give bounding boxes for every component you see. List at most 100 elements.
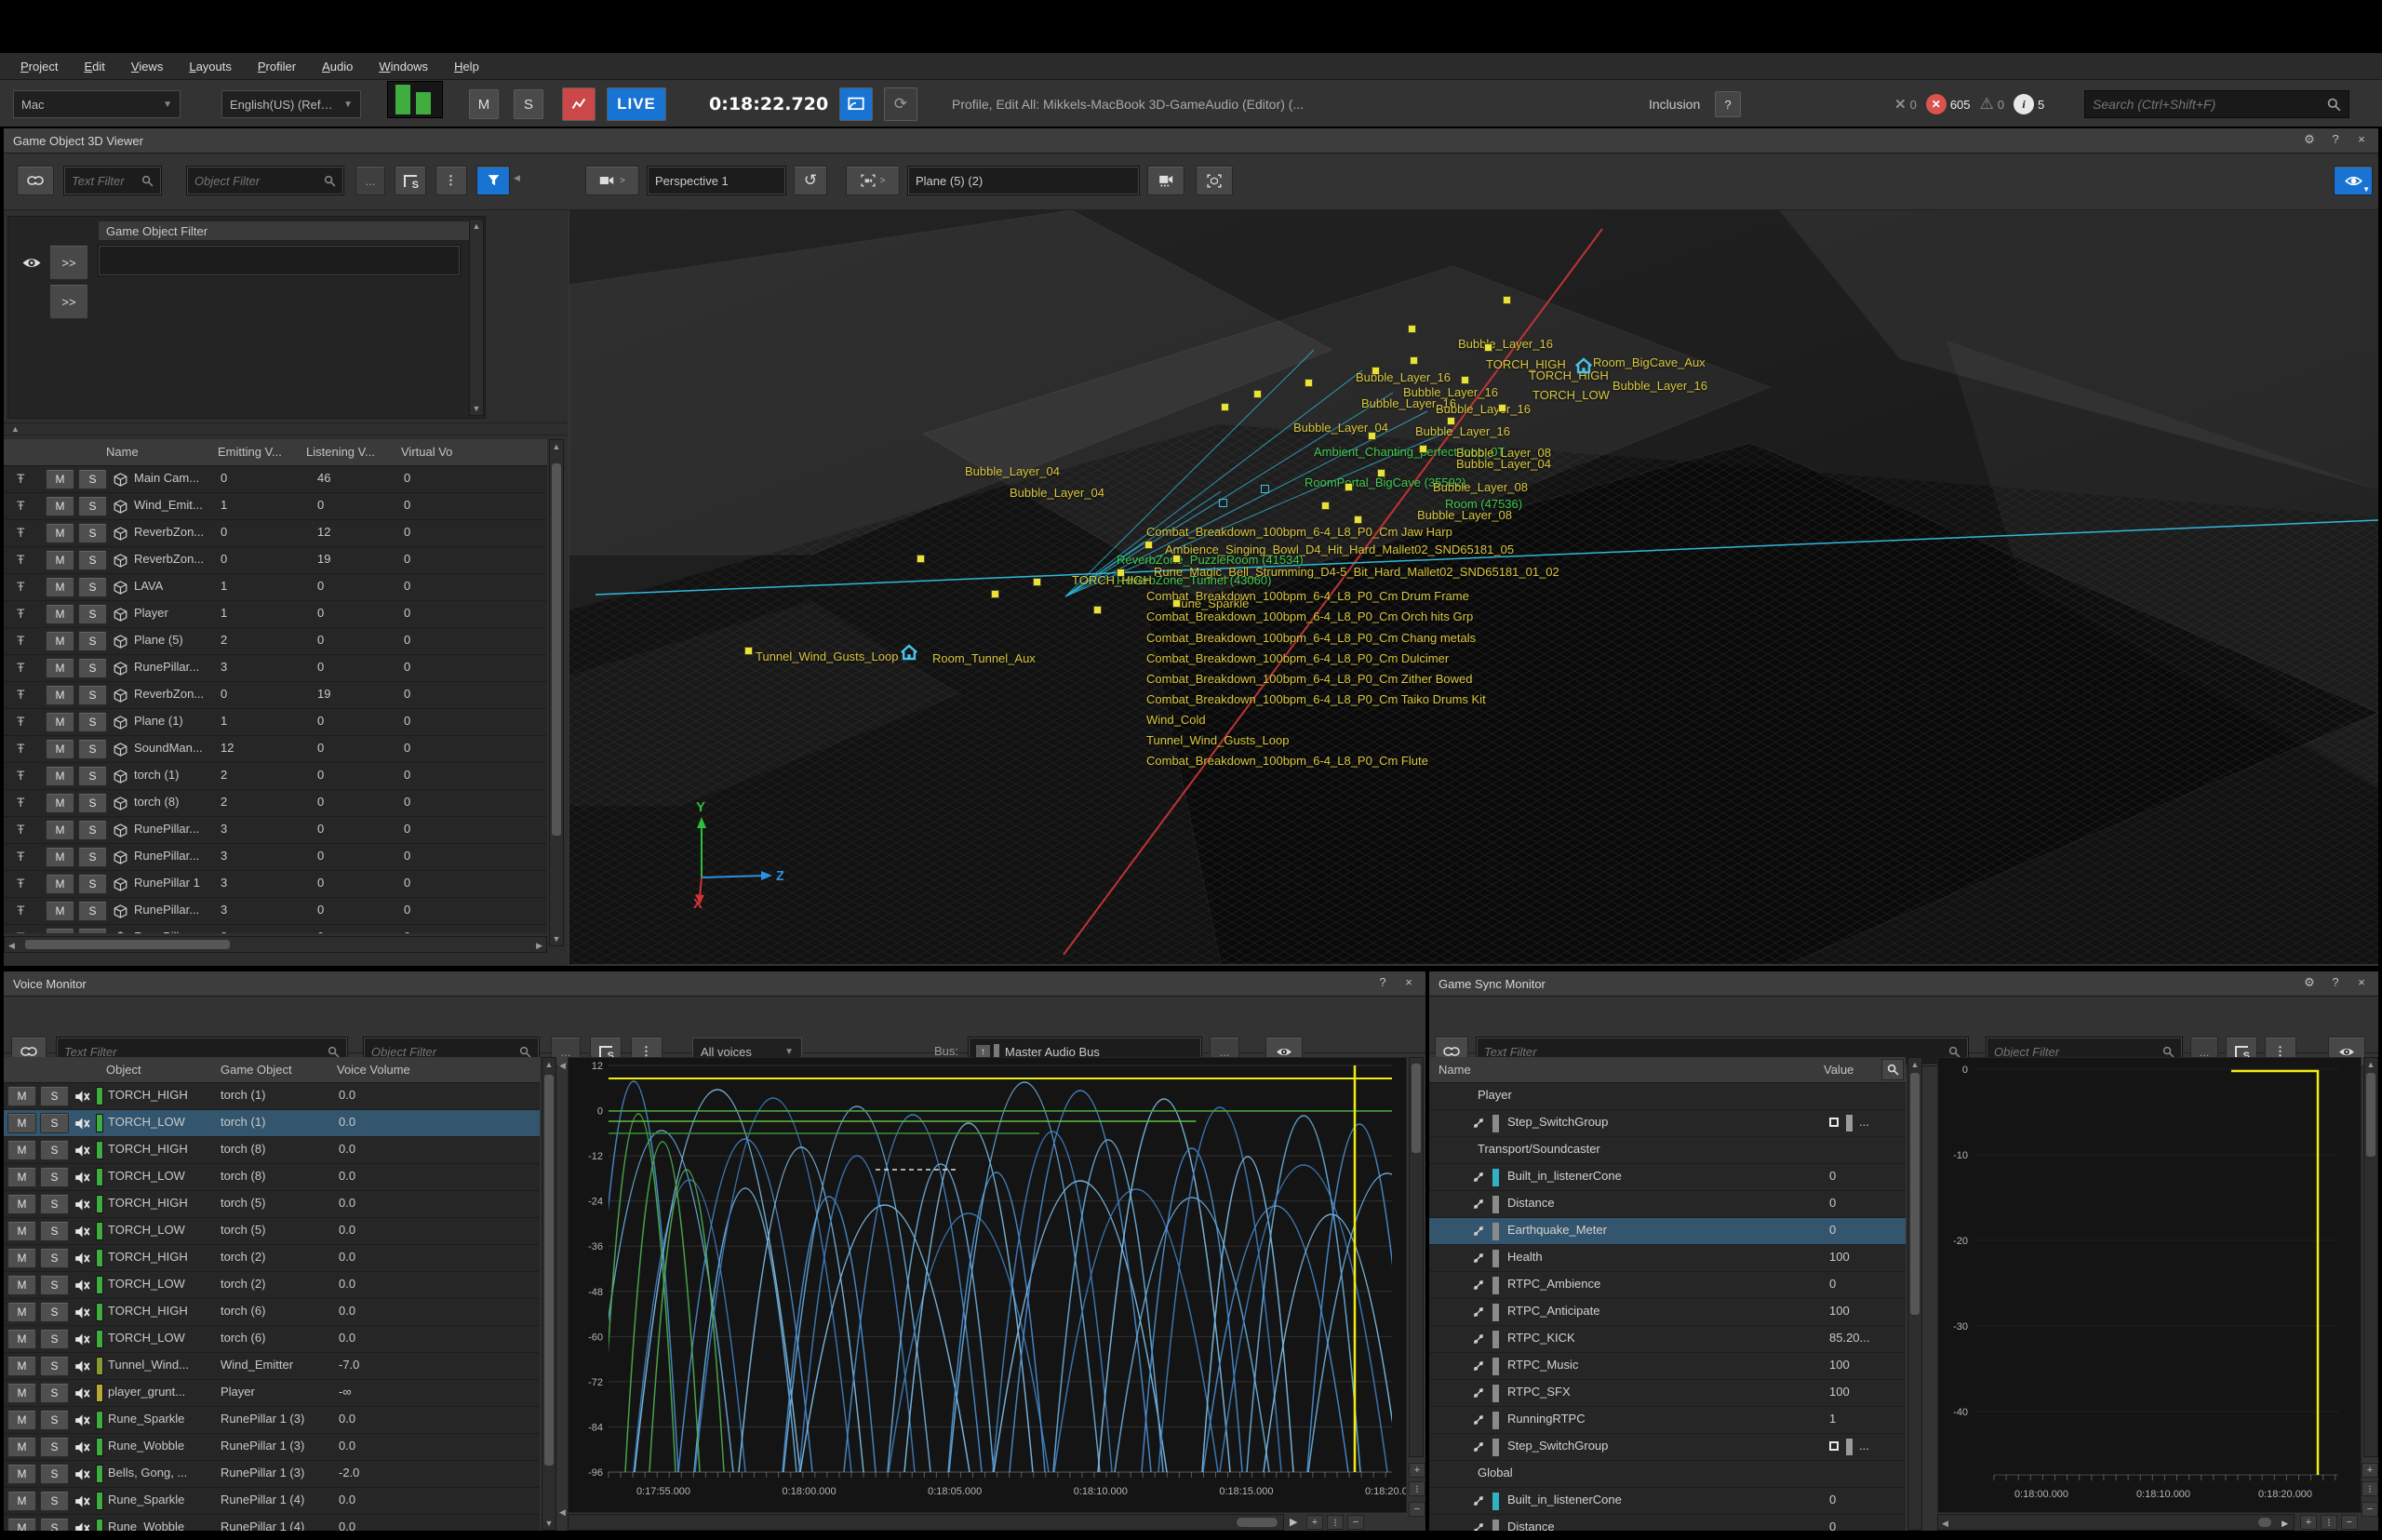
scene-object-label[interactable]: Bubble_Layer_16 (1415, 424, 1510, 438)
emitter-marker[interactable] (744, 647, 753, 655)
mute-button[interactable]: M (46, 901, 74, 921)
filter-scrollbar[interactable]: ▲▼ (469, 219, 484, 416)
sync-row[interactable]: ∨ Global Global (1429, 1461, 1906, 1488)
filter-funnel-icon[interactable] (476, 166, 510, 195)
voice-row[interactable]: M S TORCH_LOW torch (6) 0.0 (4, 1326, 540, 1353)
table-row[interactable]: Ŧ M S LAVA 1 0 0 (4, 574, 547, 601)
solo-button[interactable]: S (40, 1248, 69, 1268)
menu-item[interactable]: Help (443, 56, 490, 77)
sync-row[interactable]: ∨ Transport/Soundcaster Transport/Soundc… (1429, 1137, 1906, 1164)
emitter-marker[interactable] (1221, 403, 1229, 411)
voice-row[interactable]: M S TORCH_HIGH torch (1) 0.0 (4, 1083, 540, 1110)
solo-button[interactable]: S (78, 496, 107, 516)
voice-row[interactable]: M S TORCH_HIGH torch (6) 0.0 (4, 1299, 540, 1326)
table-horizontal-scrollbar[interactable]: ◀ ▶ (4, 936, 547, 953)
voice-row[interactable]: M S Rune_Sparkle RunePillar 1 (3) 0.0 (4, 1407, 540, 1434)
emitter-marker[interactable] (1498, 404, 1506, 412)
mute-button[interactable]: M (46, 847, 74, 867)
help-icon[interactable]: ? (2326, 975, 2345, 990)
emitter-marker[interactable] (1144, 541, 1153, 549)
mute-button[interactable]: M (46, 712, 74, 732)
table-row[interactable]: Ŧ M S RunePillar... 3 0 0 (4, 898, 547, 925)
pin-icon[interactable]: Ŧ (17, 552, 25, 567)
options-dots-button[interactable]: ⋮ (435, 166, 467, 195)
table-row[interactable]: Ŧ M S Main Cam... 0 46 0 (4, 466, 547, 493)
emitter-marker[interactable] (1253, 390, 1262, 398)
gear-icon[interactable]: ⚙ (2300, 975, 2319, 990)
sync-tree-scrollbar[interactable]: ▲ (1907, 1057, 1922, 1531)
pin-icon[interactable]: Ŧ (17, 822, 25, 837)
pin-icon[interactable]: Ŧ (17, 471, 25, 486)
solo-button[interactable]: S (40, 1302, 69, 1322)
mute-button[interactable]: M (7, 1248, 36, 1268)
scene-object-label[interactable]: TORCH_LOW (1532, 388, 1610, 402)
follow-object-icon[interactable]: > (846, 166, 900, 195)
mute-button[interactable]: M (46, 820, 74, 840)
voice-row[interactable]: M S TORCH_LOW torch (5) 0.0 (4, 1218, 540, 1245)
scene-object-label[interactable]: Bubble_Layer_16 (1613, 379, 1707, 393)
warning-icon[interactable]: ⚠ (1980, 95, 1994, 114)
emitter-marker[interactable] (1372, 367, 1380, 375)
search-input[interactable] (2093, 97, 2327, 112)
solo-button[interactable]: S (40, 1518, 69, 1531)
game-object-filter-input[interactable] (98, 245, 461, 276)
mute-button[interactable]: M (46, 874, 74, 894)
voice-row[interactable]: M S TORCH_HIGH torch (8) 0.0 (4, 1137, 540, 1164)
pin-icon[interactable]: Ŧ (17, 876, 25, 891)
scene-object-label[interactable]: TORCH_HIGH (1529, 368, 1609, 382)
solo-button[interactable]: S (40, 1167, 69, 1187)
emitter-marker[interactable] (1408, 325, 1416, 333)
filter-expand-button[interactable]: >> (49, 245, 88, 280)
scene-object-label[interactable]: Bubble_Layer_08 (1417, 508, 1512, 522)
global-search[interactable] (2084, 90, 2349, 118)
h-zoom-fit-button[interactable]: ⁝ (1327, 1515, 1344, 1530)
sync-row[interactable]: ∨ Earthquake_Meter Earthquake_Meter 0 (1429, 1218, 1906, 1245)
table-row[interactable]: Ŧ M S RunePillar... 3 0 0 (4, 844, 547, 871)
sync-row[interactable]: ∨ Distance Distance 0 (1429, 1515, 1906, 1531)
mute-button[interactable]: M (7, 1275, 36, 1295)
sync-graph[interactable]: 0-10-20-30-400:18:00.0000:18:10.0000:18:… (1937, 1057, 2362, 1513)
scene-object-label[interactable]: Bubble_Layer_16 (1356, 370, 1451, 384)
solo-button[interactable]: S (40, 1383, 69, 1403)
error-icon[interactable]: ✕ (1926, 94, 1947, 114)
scene-object-label[interactable]: Room_Tunnel_Aux (932, 651, 1036, 665)
scene-object-label[interactable]: Combat_Breakdown_100bpm_6-4_L8_P0_Cm Flu… (1146, 754, 1428, 768)
solo-button[interactable]: S (40, 1086, 69, 1106)
voice-row[interactable]: M S TORCH_LOW torch (8) 0.0 (4, 1164, 540, 1191)
solo-button[interactable]: S (40, 1221, 69, 1241)
sync-row[interactable]: ∨ RTPC_Ambience RTPC_Ambience 0 (1429, 1272, 1906, 1299)
zoom-in-button[interactable]: + (1409, 1463, 1425, 1478)
voice-graph[interactable]: 120-12-24-36-48-60-72-84-960:17:55.0000:… (568, 1057, 1407, 1513)
pin-icon[interactable]: Ŧ (17, 579, 25, 594)
pane-collapse-arrow[interactable]: ◀ (559, 1507, 566, 1518)
voice-table-header[interactable]: Object Game Object Voice Volume (4, 1057, 540, 1083)
emitter-marker[interactable] (1172, 599, 1181, 608)
table-vertical-scrollbar[interactable]: ▲▼ (549, 439, 564, 946)
emitter-marker[interactable] (1261, 485, 1269, 493)
sync-row[interactable]: ∨ RTPC_Anticipate RTPC_Anticipate 100 (1429, 1299, 1906, 1326)
sync-graph-hscroll[interactable]: ◀ ▶ (1937, 1514, 2295, 1531)
solo-button[interactable]: S (78, 604, 107, 624)
voice-graph-scrollbar[interactable] (1409, 1057, 1424, 1457)
mute-button[interactable]: M (7, 1437, 36, 1457)
table-row[interactable]: Ŧ M S ReverbZon... 0 19 0 (4, 682, 547, 709)
live-button[interactable]: LIVE (607, 87, 666, 121)
pin-icon[interactable]: Ŧ (17, 849, 25, 864)
sync-row[interactable]: ∨ RTPC_SFX RTPC_SFX 100 (1429, 1380, 1906, 1407)
listener-house-icon[interactable] (1574, 357, 1593, 374)
table-row[interactable]: Ŧ M S RunePillar... 3 0 0 (4, 655, 547, 682)
table-row[interactable]: Ŧ M S RunePillar 1 3 0 0 (4, 871, 547, 898)
pin-icon[interactable]: Ŧ (17, 660, 25, 675)
menu-item[interactable]: Edit (73, 56, 115, 77)
table-row[interactable]: Ŧ M S SoundMan... 12 0 0 (4, 736, 547, 763)
scene-object-label[interactable]: Combat_Breakdown_100bpm_6-4_L8_P0_Cm Zit… (1146, 672, 1473, 686)
filter-more-button[interactable]: ... (355, 166, 385, 195)
table-row[interactable]: Ŧ M S Wind_Emit... 1 0 0 (4, 493, 547, 520)
pin-icon[interactable]: Ŧ (17, 525, 25, 540)
pin-icon[interactable]: Ŧ (17, 687, 25, 702)
table-row[interactable]: Ŧ M S ReverbZon... 0 19 0 (4, 547, 547, 574)
language-dropdown[interactable]: English(US) (Refere...▼ (221, 90, 361, 118)
camera-options-icon[interactable] (1147, 166, 1184, 195)
voice-row[interactable]: M S player_grunt... Player -∞ (4, 1380, 540, 1407)
voice-row[interactable]: M S TORCH_HIGH torch (5) 0.0 (4, 1191, 540, 1218)
